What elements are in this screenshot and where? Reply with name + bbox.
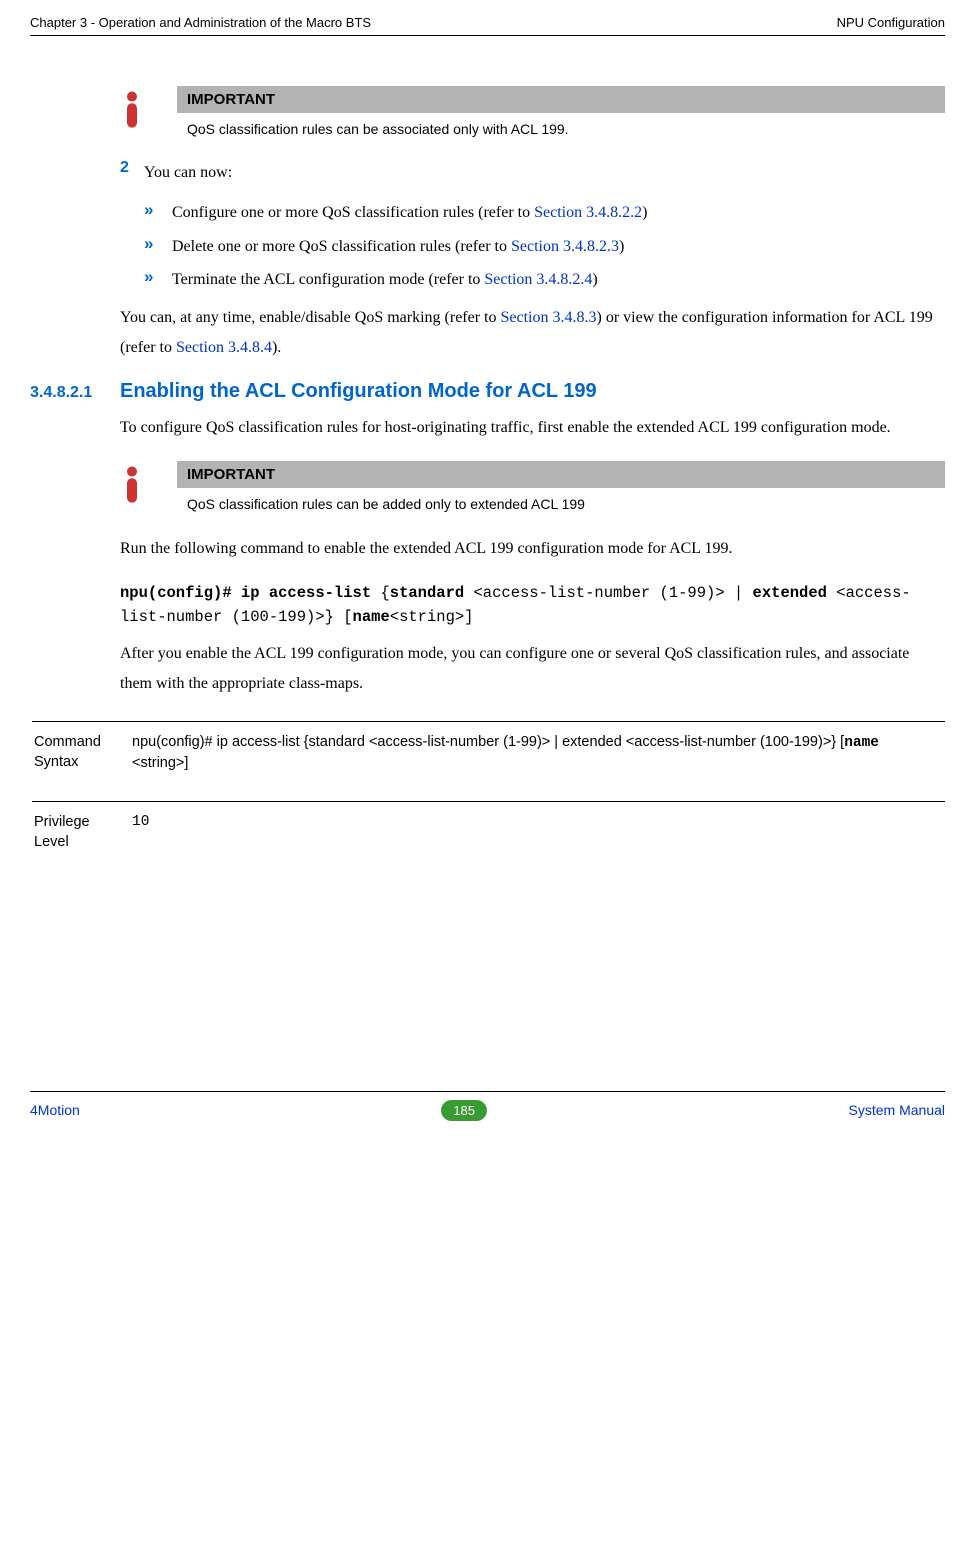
cmd-text: <access-list-number (1-99)> | (464, 584, 752, 602)
header-left: Chapter 3 - Operation and Administration… (30, 15, 371, 30)
syntax-text: <string>] (132, 755, 188, 771)
section-number: 3.4.8.2.1 (30, 384, 120, 402)
paragraph: You can, at any time, enable/disable QoS… (120, 303, 945, 362)
section-link[interactable]: Section 3.4.8.2.4 (484, 271, 592, 288)
paragraph: After you enable the ACL 199 configurati… (120, 639, 945, 698)
info-icon (117, 86, 177, 139)
page-number-badge: 185 (441, 1100, 487, 1121)
bullet-after: ) (642, 204, 647, 221)
row-value: npu(config)# ip access-list {standard <a… (130, 721, 945, 802)
step-intro: You can now: (144, 159, 945, 186)
page-footer: 4Motion 185 System Manual (30, 1091, 945, 1121)
section-title: Enabling the ACL Configuration Mode for … (120, 380, 597, 403)
callout-text: QoS classification rules can be added on… (177, 488, 945, 514)
section-link[interactable]: Section 3.4.8.4 (176, 339, 272, 356)
cmd-bold: name (353, 608, 390, 626)
row-value: 10 (130, 802, 945, 881)
info-table: Command Syntax npu(config)# ip access-li… (32, 721, 945, 881)
cmd-text: <string>] (390, 608, 474, 626)
command-block: npu(config)# ip access-list {standard <a… (120, 581, 945, 629)
page-header: Chapter 3 - Operation and Administration… (30, 15, 945, 36)
table-row: Command Syntax npu(config)# ip access-li… (32, 721, 945, 802)
footer-left: 4Motion (30, 1102, 80, 1118)
important-callout: IMPORTANT QoS classification rules can b… (117, 86, 945, 139)
syntax-text: npu(config)# ip access-list {standard <a… (132, 734, 844, 750)
chevron-icon: » (144, 267, 172, 293)
info-icon (117, 461, 177, 514)
cmd-bold: standard (390, 584, 464, 602)
section-link[interactable]: Section 3.4.8.2.2 (534, 204, 642, 221)
paragraph: To configure QoS classification rules fo… (120, 413, 945, 443)
row-label: Command Syntax (32, 721, 130, 802)
step-row: 2 You can now: (120, 159, 945, 186)
table-row: Privilege Level 10 (32, 802, 945, 881)
cmd-bold: npu(config)# ip access-list (120, 584, 371, 602)
callout-title: IMPORTANT (177, 461, 945, 488)
bullet-text: Configure one or more QoS classification… (172, 204, 534, 221)
section-heading: 3.4.8.2.1 Enabling the ACL Configuration… (30, 380, 945, 403)
syntax-bold: name (844, 735, 879, 751)
header-right: NPU Configuration (837, 15, 945, 30)
paragraph: Run the following command to enable the … (120, 534, 945, 564)
chevron-icon: » (144, 200, 172, 226)
section-link[interactable]: Section 3.4.8.3 (501, 309, 597, 326)
sub-bullet: » Configure one or more QoS classificati… (144, 200, 945, 226)
row-label: Privilege Level (32, 802, 130, 881)
para-text: You can, at any time, enable/disable QoS… (120, 309, 501, 326)
step-number: 2 (120, 159, 144, 186)
section-link[interactable]: Section 3.4.8.2.3 (511, 238, 619, 255)
main-content: IMPORTANT QoS classification rules can b… (30, 36, 945, 881)
sub-bullet: » Delete one or more QoS classification … (144, 234, 945, 260)
callout-text: QoS classification rules can be associat… (177, 113, 945, 139)
sub-bullet: » Terminate the ACL configuration mode (… (144, 267, 945, 293)
important-callout: IMPORTANT QoS classification rules can b… (117, 461, 945, 514)
cmd-text: { (371, 584, 390, 602)
footer-right: System Manual (849, 1102, 945, 1118)
callout-title: IMPORTANT (177, 86, 945, 113)
bullet-text: Terminate the ACL configuration mode (re… (172, 271, 484, 288)
para-text: ). (272, 339, 281, 356)
bullet-after: ) (592, 271, 597, 288)
cmd-bold: extended (753, 584, 827, 602)
chevron-icon: » (144, 234, 172, 260)
bullet-text: Delete one or more QoS classification ru… (172, 238, 511, 255)
bullet-after: ) (619, 238, 624, 255)
